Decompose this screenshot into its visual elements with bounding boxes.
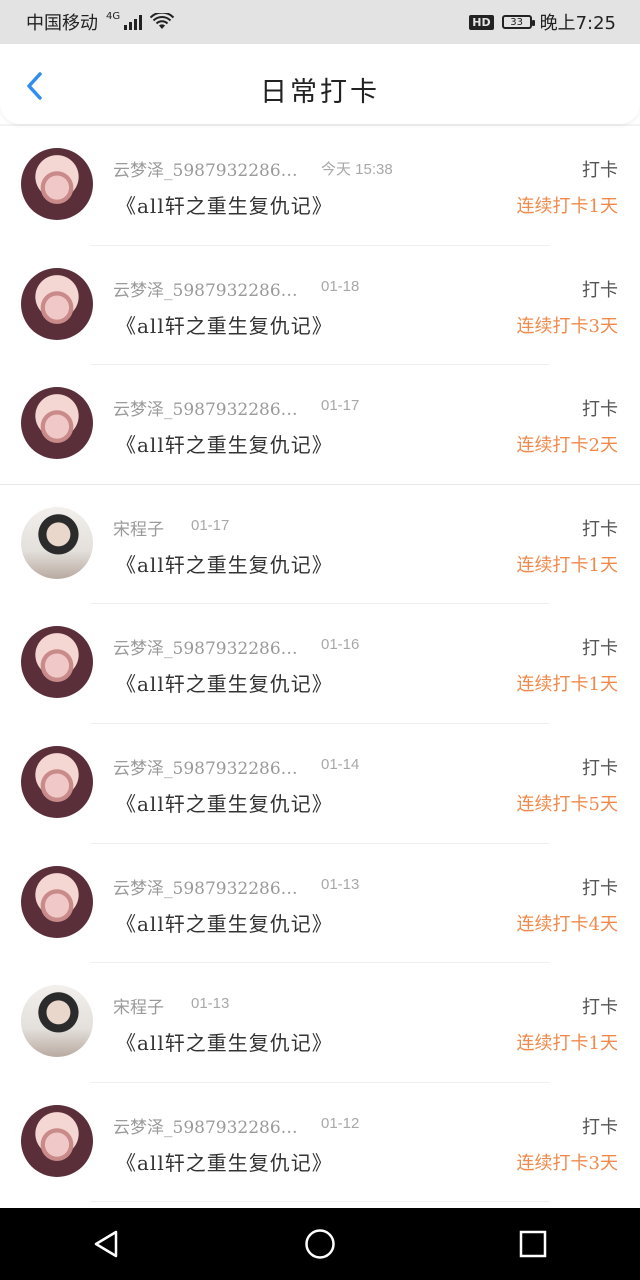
checkin-row[interactable]: 宋程子 01-17 《all轩之重生复仇记》 打卡连续打卡1天 [0, 485, 640, 605]
checkin-type: 打卡 [582, 279, 618, 301]
checkin-time: 01-18 [321, 277, 360, 295]
checkin-row[interactable]: 宋程子 01-13 《all轩之重生复仇记》 打卡连续打卡1天 [0, 963, 640, 1083]
checkin-row[interactable]: 云梦泽_5987932286… 01-16 《all轩之重生复仇记》 打卡连续打卡1天 [0, 604, 640, 724]
checkin-type: 打卡 [582, 638, 618, 660]
checkin-type: 打卡 [582, 997, 618, 1019]
streak-label: 连续打卡1天 [516, 674, 618, 696]
checkin-type: 打卡 [582, 399, 618, 421]
checkin-type: 打卡 [582, 1116, 618, 1138]
network-type: 4G [106, 10, 121, 22]
streak-label: 连续打卡2天 [516, 435, 618, 457]
nav-back-button[interactable] [83, 1220, 131, 1268]
battery-icon: 33 [501, 15, 535, 29]
checkin-row[interactable]: 云梦泽_5987932286… 今天 15:38 《all轩之重生复仇记》 打卡连续打… [0, 126, 640, 246]
signal-icon [124, 14, 143, 30]
streak-label: 连续打卡1天 [516, 196, 618, 217]
user-name[interactable]: 宋程子 [113, 515, 164, 540]
book-title[interactable]: 《all轩之重生复仇记》 [116, 549, 333, 578]
avatar[interactable] [21, 1104, 93, 1177]
hd-badge: HD [469, 14, 494, 30]
checkin-row[interactable]: 云梦泽_5987932286… 01-14 《all轩之重生复仇记》 打卡连续打卡5天 [0, 724, 640, 844]
checkin-row[interactable]: 云梦泽_5987932286… 01-18 《all轩之重生复仇记》 打卡连续打卡3天 [0, 246, 640, 366]
nav-recents-button[interactable] [509, 1220, 557, 1268]
book-title[interactable]: 《all轩之重生复仇记》 [116, 1147, 333, 1176]
streak-label: 连续打卡5天 [516, 793, 618, 815]
avatar[interactable] [21, 626, 93, 699]
checkin-time: 01-12 [321, 1114, 360, 1132]
avatar[interactable] [21, 267, 93, 340]
avatar[interactable] [21, 985, 93, 1058]
clock: 晚上7:25 [539, 13, 616, 34]
streak-label: 连续打卡1天 [516, 554, 618, 576]
checkin-time: 01-13 [321, 875, 360, 893]
avatar[interactable] [21, 506, 93, 579]
streak-label: 连续打卡4天 [516, 913, 618, 935]
status-bar: 中国移动 4G HD 33 晚上7:25 [0, 0, 640, 44]
wifi-icon [150, 13, 175, 29]
circle-home-icon [305, 1229, 335, 1259]
carrier-label: 中国移动 [26, 13, 98, 34]
checkin-row[interactable]: 云梦泽_5987932286… 01-12 《all轩之重生复仇记》 打卡连续打卡3天 [0, 1083, 640, 1203]
avatar[interactable] [21, 148, 93, 220]
page-title: 日常打卡 [260, 77, 380, 108]
book-title[interactable]: 《all轩之重生复仇记》 [116, 429, 333, 458]
battery-level: 33 [510, 16, 523, 28]
user-name[interactable]: 云梦泽_5987932286… [113, 156, 298, 181]
checkin-time: 01-14 [321, 755, 360, 773]
streak-label: 连续打卡1天 [516, 1033, 618, 1055]
status-left: 中国移动 4G [26, 9, 175, 35]
user-name[interactable]: 云梦泽_5987932286… [113, 395, 298, 420]
checkin-type: 打卡 [582, 757, 618, 779]
streak-label: 连续打卡3天 [516, 1152, 618, 1174]
checkin-time: 01-13 [191, 995, 230, 1013]
checkin-row[interactable]: 云梦泽_5987932286… 01-13 《all轩之重生复仇记》 打卡连续打卡4天 [0, 844, 640, 964]
checkin-type: 打卡 [582, 518, 618, 540]
avatar[interactable] [21, 865, 93, 938]
triangle-back-icon [94, 1230, 117, 1258]
book-title[interactable]: 《all轩之重生复仇记》 [116, 668, 333, 697]
checkin-time: 01-17 [191, 516, 230, 534]
row-divider [90, 1201, 550, 1203]
system-nav-bar [0, 1208, 640, 1280]
checkin-type: 打卡 [582, 877, 618, 899]
book-title[interactable]: 《all轩之重生复仇记》 [116, 310, 333, 339]
avatar[interactable] [21, 745, 93, 818]
app-header: 日常打卡 [0, 44, 640, 124]
user-name[interactable]: 云梦泽_5987932286… [113, 874, 298, 899]
nav-home-button[interactable] [296, 1220, 344, 1268]
checkin-row[interactable]: 云梦泽_5987932286… 01-17 《all轩之重生复仇记》 打卡连续打卡2天 [0, 365, 640, 485]
header-divider [0, 124, 640, 126]
user-name[interactable]: 宋程子 [113, 993, 164, 1018]
book-title[interactable]: 《all轩之重生复仇记》 [116, 788, 333, 817]
checkin-time: 01-16 [321, 636, 360, 654]
user-name[interactable]: 云梦泽_5987932286… [113, 754, 298, 779]
book-title[interactable]: 《all轩之重生复仇记》 [116, 1027, 333, 1056]
square-recents-icon [520, 1230, 547, 1258]
checkin-type: 打卡 [582, 160, 618, 181]
checkin-list: 云梦泽_5987932286… 今天 15:38 《all轩之重生复仇记》 打卡 连续打… [0, 126, 640, 1203]
user-name[interactable]: 云梦泽_5987932286… [113, 634, 298, 659]
book-title[interactable]: 《all轩之重生复仇记》 [116, 190, 333, 219]
checkin-time: 01-17 [321, 397, 360, 415]
user-name[interactable]: 云梦泽_5987932286… [113, 1113, 298, 1138]
checkin-time: 今天 15:38 [321, 161, 393, 178]
avatar[interactable] [21, 387, 93, 460]
book-title[interactable]: 《all轩之重生复仇记》 [116, 908, 333, 937]
user-name[interactable]: 云梦泽_5987932286… [113, 276, 298, 301]
status-right: HD 33 晚上7:25 [469, 9, 616, 35]
streak-label: 连续打卡3天 [516, 315, 618, 337]
